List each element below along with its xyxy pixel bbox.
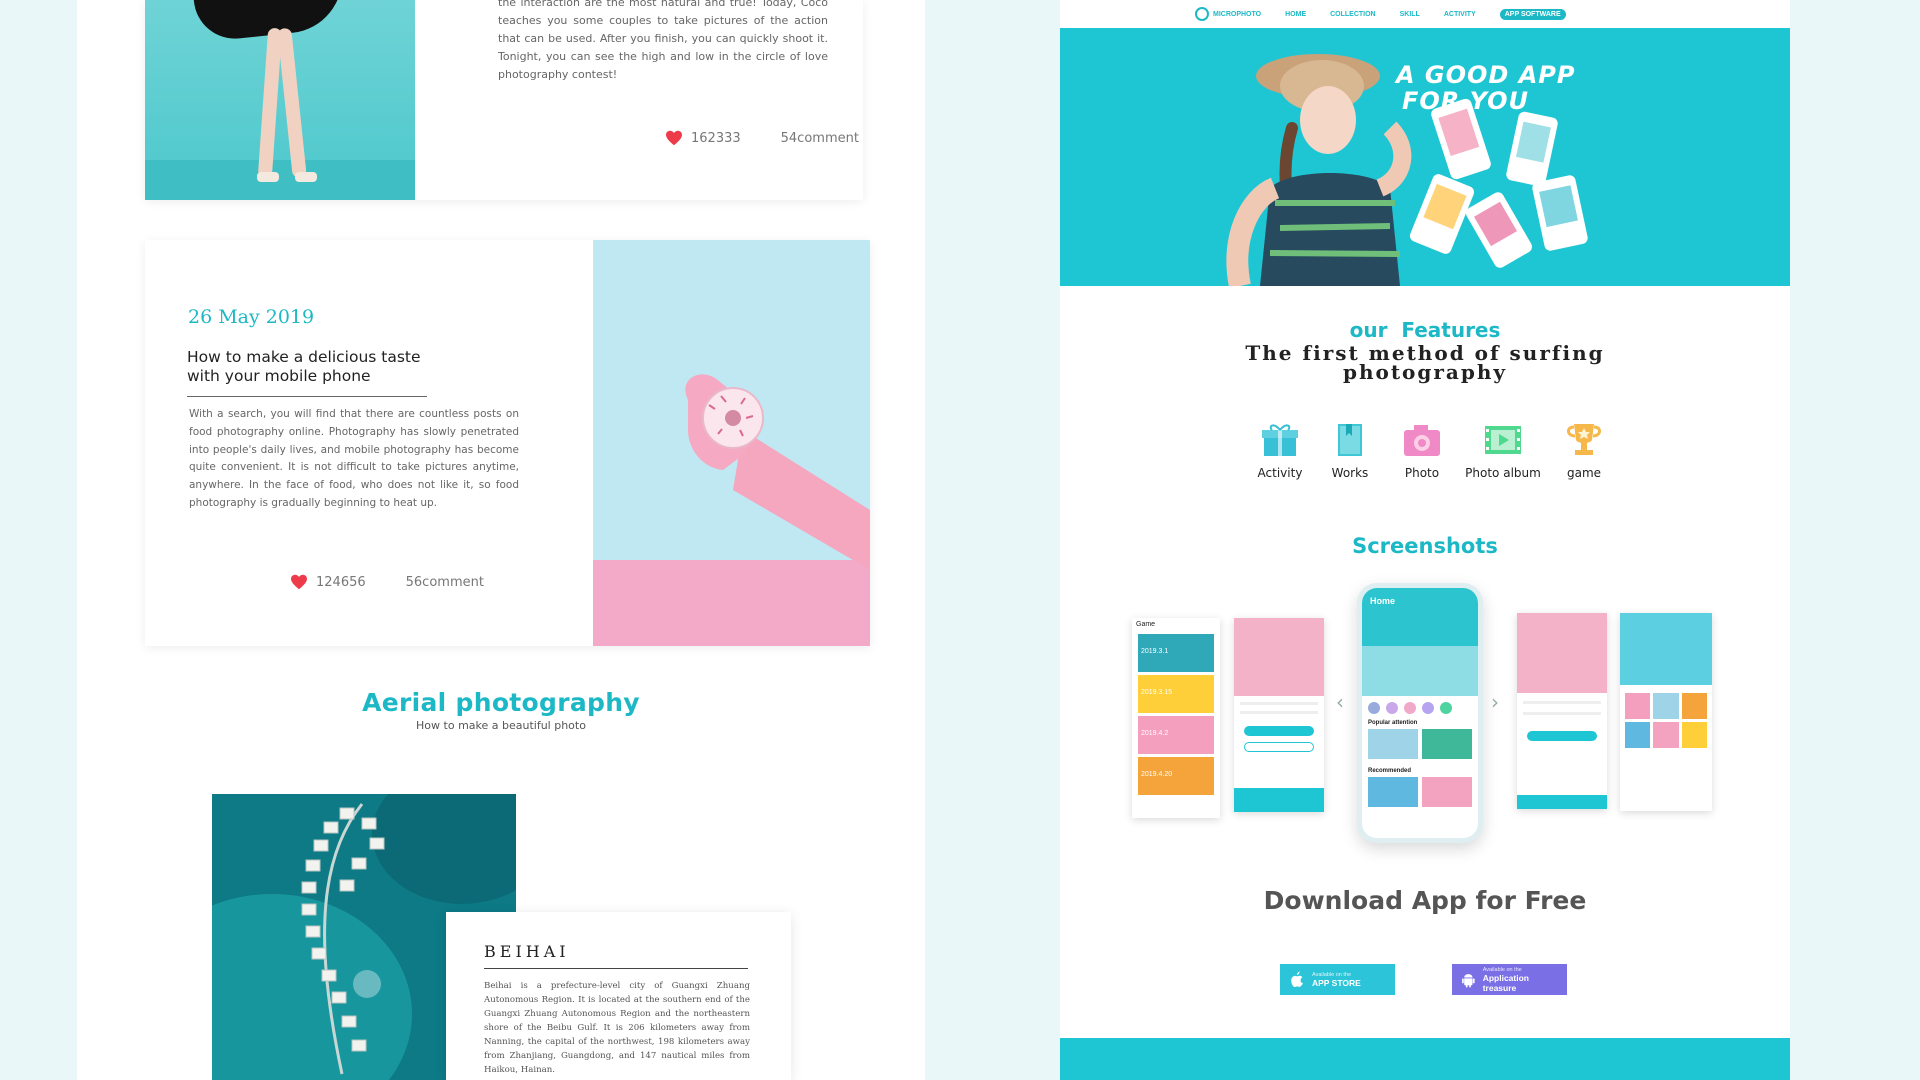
feature-game[interactable]: game: [1548, 422, 1620, 480]
section-heading: Aerial photography How to make a beautif…: [77, 688, 925, 732]
store-caption: Available on the: [1312, 971, 1352, 978]
heart-icon: [666, 130, 682, 146]
screen-header: Game: [1136, 621, 1156, 628]
brand-name: MICROPHOTO: [1213, 10, 1262, 18]
comment-link[interactable]: 54comment: [781, 131, 859, 146]
feature-label: Photo: [1404, 466, 1440, 480]
phone-header-title: Home: [1370, 596, 1396, 606]
nav-home[interactable]: HOME: [1285, 11, 1306, 18]
section-subtitle: How to make a beautiful photo: [416, 719, 586, 732]
tagline-line-1: A GOOD APP: [1396, 61, 1576, 89]
feature-label: Works: [1331, 466, 1369, 480]
post-excerpt: With a search, you will find that there …: [189, 408, 519, 509]
post-title[interactable]: How to make a delicious taste with your …: [187, 348, 427, 386]
like-count: 124656: [316, 574, 366, 590]
android-store-button[interactable]: Available on the Application treasure: [1452, 964, 1567, 995]
feature-photo-album[interactable]: Photo album: [1458, 422, 1548, 480]
nav-collection[interactable]: COLLECTION: [1330, 11, 1376, 18]
screenshot-game[interactable]: Game 2019.3.1 2019.3.15 2019.4.2 2019.4.…: [1132, 618, 1220, 818]
apple-icon: [1291, 970, 1303, 987]
camera-icon: [1404, 425, 1440, 456]
game-tile: 2019.4.2: [1138, 716, 1214, 754]
features-title: our Features: [1349, 318, 1501, 342]
tagline-line-2: FOR YOU: [1402, 87, 1530, 115]
features-heading: our Features The first method of surfing…: [1060, 318, 1790, 382]
store-caption: Available on the: [1482, 966, 1522, 973]
feature-activity[interactable]: Activity: [1246, 422, 1314, 480]
game-tile: 2019.3.1: [1138, 634, 1214, 672]
carousel-prev-arrow[interactable]: ‹: [1336, 690, 1344, 714]
post-date: 26 May 2019: [188, 306, 315, 328]
post-photo-woman-legs: [145, 0, 415, 200]
hero-banner: A GOOD APP FOR YOU: [1060, 28, 1790, 286]
features-subtitle: The first method of surfing photography: [1245, 341, 1605, 384]
heart-icon: [291, 574, 307, 590]
android-icon: [1462, 973, 1475, 988]
app-landing-preview: MICROPHOTO HOME COLLECTION SKILL ACTIVIT…: [1060, 0, 1790, 1080]
like-counter[interactable]: 124656: [290, 574, 366, 590]
film-strip-icon: [1485, 426, 1521, 454]
hero-tagline: A GOOD APP FOR YOU: [1396, 62, 1575, 114]
bookmark-book-icon: [1338, 424, 1362, 456]
trophy-icon: [1567, 424, 1601, 455]
location-heading: BEIHAI: [484, 942, 570, 961]
blog-page-preview: the interaction are the most natural and…: [77, 0, 925, 1080]
feature-label: game: [1566, 466, 1602, 480]
location-card-beihai[interactable]: BEIHAI Beihai is a prefecture-level city…: [446, 912, 791, 1080]
footer-bar: [1060, 1038, 1790, 1080]
feature-photo[interactable]: Photo: [1386, 422, 1458, 480]
app-store-button[interactable]: Available on the APP STORE: [1280, 964, 1395, 995]
nav-activity[interactable]: ACTIVITY: [1444, 11, 1476, 18]
feature-label: Photo album: [1465, 466, 1541, 480]
divider: [484, 968, 748, 969]
like-count: 162333: [691, 130, 741, 146]
store-name: APP STORE: [1312, 977, 1361, 988]
screenshot-login[interactable]: [1234, 618, 1324, 812]
section-title: Aerial photography: [362, 688, 640, 717]
post-meta: 124656 56comment: [290, 574, 484, 590]
nav-app-software[interactable]: APP SOFTWARE: [1499, 8, 1566, 20]
brand-logo[interactable]: MICROPHOTO: [1195, 7, 1261, 21]
comment-link[interactable]: 56comment: [406, 575, 484, 590]
top-nav: MICROPHOTO HOME COLLECTION SKILL ACTIVIT…: [1060, 0, 1790, 28]
store-name: Application treasure: [1482, 972, 1529, 993]
feature-list: Activity Works Photo Photo album game: [1246, 422, 1620, 480]
logo-ring-icon: [1195, 7, 1209, 21]
screenshot-home-featured[interactable]: Home Popular attention Recommended: [1357, 583, 1483, 843]
feature-label: Activity: [1257, 466, 1303, 480]
post-photo-donut-glove: [593, 240, 870, 646]
nav-skill[interactable]: SKILL: [1400, 11, 1420, 18]
location-description: Beihai is a prefecture-level city of Gua…: [484, 981, 750, 1075]
gift-icon: [1262, 424, 1298, 456]
post-card-couples[interactable]: the interaction are the most natural and…: [145, 0, 863, 200]
post-excerpt: the interaction are the most natural and…: [498, 0, 828, 81]
feature-works[interactable]: Works: [1314, 422, 1386, 480]
game-tile: 2019.4.20: [1138, 757, 1214, 795]
download-title: Download App for Free: [1263, 886, 1587, 915]
post-meta: 162333 54comment: [665, 130, 859, 146]
game-tile: 2019.3.15: [1138, 675, 1214, 713]
screenshot-login-2[interactable]: [1517, 613, 1607, 809]
screenshot-profile[interactable]: [1620, 613, 1712, 811]
carousel-next-arrow[interactable]: ›: [1491, 690, 1499, 714]
post-card-donut[interactable]: 26 May 2019 How to make a delicious tast…: [145, 240, 870, 646]
divider: [187, 396, 427, 397]
like-counter[interactable]: 162333: [665, 130, 741, 146]
section-label: Recommended: [1368, 768, 1412, 774]
screenshots-title: Screenshots: [1352, 534, 1498, 558]
